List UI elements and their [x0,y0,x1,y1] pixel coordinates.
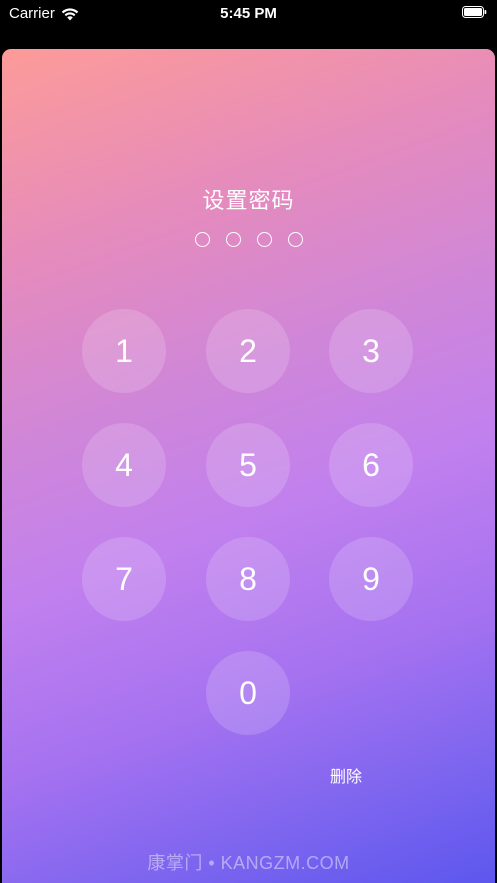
passcode-dot [194,232,210,247]
key-6[interactable]: 6 [329,423,413,507]
status-time: 5:45 PM [220,5,277,22]
key-2[interactable]: 2 [206,309,290,393]
passcode-sheet: 设置密码 1 2 3 4 5 6 7 8 9 0 删除 康掌门 • KANGZM… [2,49,495,883]
delete-button[interactable]: 删除 [330,763,368,787]
watermark: 康掌门 • KANGZM.COM [147,853,350,873]
status-bar: Carrier 5:45 PM [0,0,497,28]
key-3[interactable]: 3 [329,309,413,393]
key-4[interactable]: 4 [82,423,166,507]
passcode-dot [287,232,303,247]
passcode-dot [225,232,241,247]
page-title: 设置密码 [202,188,295,213]
key-0[interactable]: 0 [206,651,290,735]
key-1[interactable]: 1 [82,309,166,393]
battery-icon [462,6,487,18]
passcode-dots [2,232,495,247]
key-7[interactable]: 7 [82,537,166,621]
key-5[interactable]: 5 [206,423,290,507]
key-8[interactable]: 8 [206,537,290,621]
screen: Carrier 5:45 PM 设置密码 1 2 3 4 5 6 7 8 9 0… [0,0,497,883]
passcode-dot [256,232,272,247]
key-9[interactable]: 9 [329,537,413,621]
